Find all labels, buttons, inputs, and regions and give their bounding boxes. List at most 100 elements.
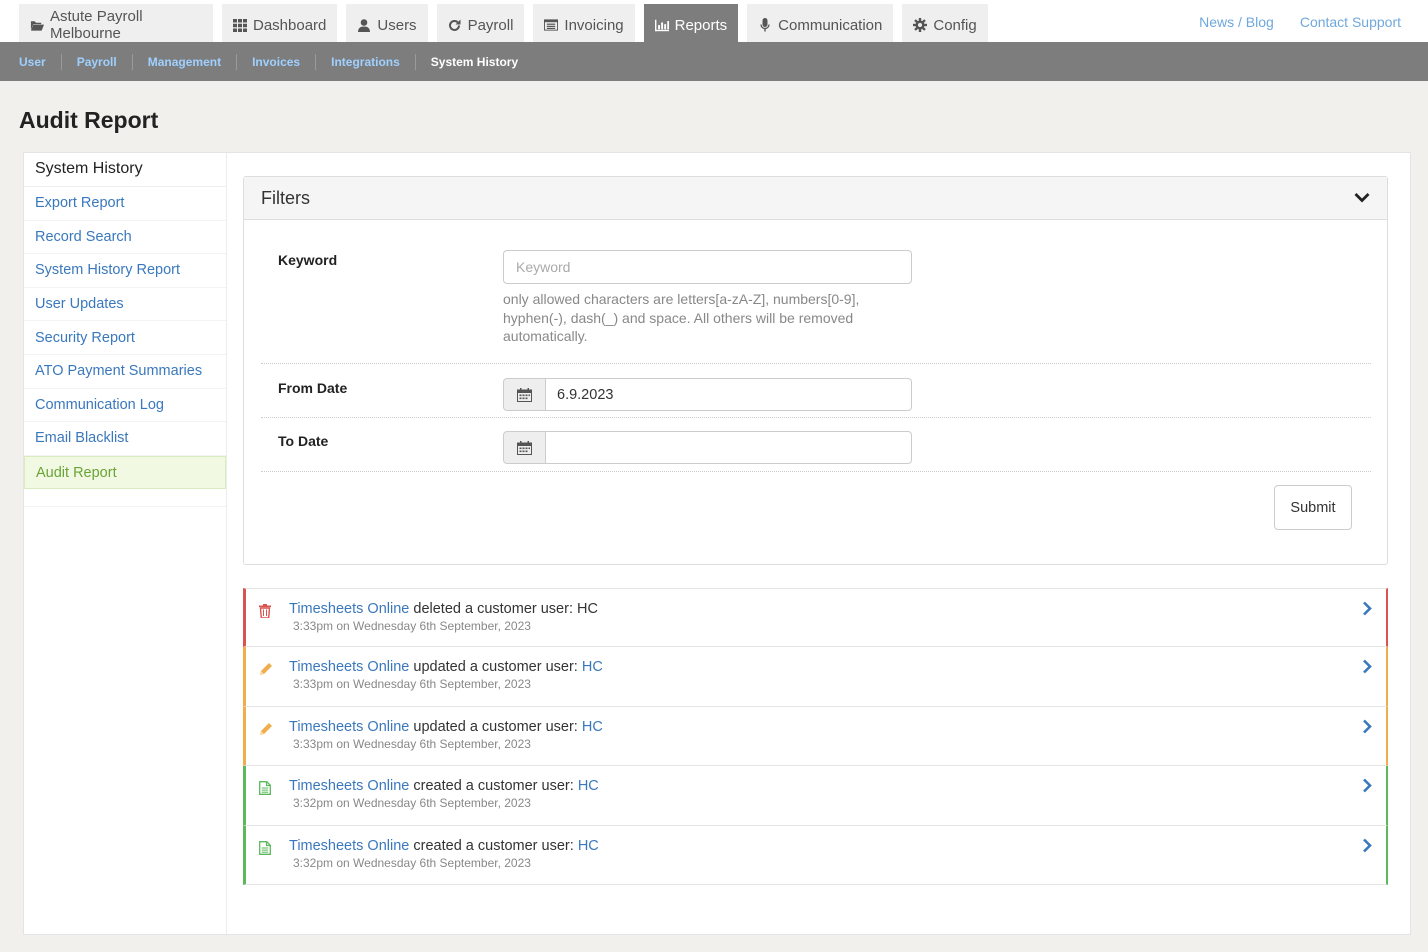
tab-dashboard-label: Dashboard bbox=[253, 16, 327, 34]
tab-reports-label: Reports bbox=[674, 16, 728, 34]
sidebar-footer bbox=[24, 489, 226, 508]
log-row[interactable]: Timesheets Online created a customer use… bbox=[243, 766, 1388, 826]
submit-button[interactable]: Submit bbox=[1274, 485, 1352, 530]
log-action: created a customer user: bbox=[413, 778, 574, 795]
tab-company-label: Astute Payroll Melbourne bbox=[50, 8, 143, 42]
log-target[interactable]: HC bbox=[582, 719, 603, 735]
log-timestamp: 3:33pm on Wednesday 6th September, 2023 bbox=[293, 736, 531, 751]
to-date-input[interactable] bbox=[546, 431, 912, 464]
bar-chart-icon bbox=[654, 18, 669, 32]
tab-dashboard[interactable]: Dashboard bbox=[222, 4, 338, 42]
sidebar-item-ato-payment-summaries[interactable]: ATO Payment Summaries bbox=[24, 355, 226, 389]
subnav-management[interactable]: Management bbox=[133, 53, 238, 70]
log-message: Timesheets Online created a customer use… bbox=[289, 778, 599, 794]
log-target[interactable]: HC bbox=[578, 838, 599, 854]
tab-communication-label: Communication bbox=[778, 16, 883, 34]
tab-reports[interactable]: Reports bbox=[643, 4, 739, 42]
log-action: updated a customer user: bbox=[413, 659, 578, 676]
to-date-label: To Date bbox=[278, 433, 329, 449]
calendar-icon[interactable] bbox=[503, 431, 546, 464]
audit-log-list: Timesheets Online deleted a customer use… bbox=[243, 588, 1388, 885]
sidebar-item-email-blacklist[interactable]: Email Blacklist bbox=[24, 422, 226, 456]
sidebar-divider bbox=[226, 153, 227, 934]
log-timestamp: 3:32pm on Wednesday 6th September, 2023 bbox=[293, 855, 531, 870]
filters-title: Filters bbox=[261, 187, 310, 208]
log-message: Timesheets Online updated a customer use… bbox=[289, 719, 603, 735]
tab-users-label: Users bbox=[377, 16, 417, 34]
keyword-label: Keyword bbox=[278, 252, 338, 268]
log-row[interactable]: Timesheets Online updated a customer use… bbox=[243, 706, 1388, 767]
log-actor-link[interactable]: Timesheets Online bbox=[289, 601, 409, 617]
th-icon bbox=[233, 18, 247, 32]
filter-separator bbox=[261, 417, 1371, 418]
tab-invoicing[interactable]: Invoicing bbox=[533, 4, 635, 42]
log-actor-link[interactable]: Timesheets Online bbox=[289, 719, 409, 735]
chevron-right-icon[interactable] bbox=[1362, 601, 1374, 617]
cog-icon bbox=[913, 18, 928, 32]
chevron-right-icon[interactable] bbox=[1362, 838, 1374, 854]
sidebar-item-system-history-report[interactable]: System History Report bbox=[24, 254, 226, 288]
log-row[interactable]: Timesheets Online updated a customer use… bbox=[243, 647, 1388, 707]
log-row[interactable]: Timesheets Online created a customer use… bbox=[243, 825, 1388, 885]
list-alt-icon bbox=[544, 18, 559, 32]
sidebar-item-record-search[interactable]: Record Search bbox=[24, 221, 226, 255]
sub-nav: User Payroll Management Invoices Integra… bbox=[0, 42, 1428, 81]
page-title: Audit Report bbox=[19, 107, 159, 133]
log-actor-link[interactable]: Timesheets Online bbox=[289, 838, 409, 854]
calendar-icon[interactable] bbox=[503, 378, 546, 411]
subnav-user[interactable]: User bbox=[19, 53, 62, 70]
log-action: created a customer user: bbox=[413, 837, 574, 854]
chevron-right-icon[interactable] bbox=[1362, 659, 1374, 675]
file-icon bbox=[259, 840, 275, 857]
sidebar-item-user-updates[interactable]: User Updates bbox=[24, 288, 226, 322]
tab-users[interactable]: Users bbox=[346, 4, 428, 42]
log-message: Timesheets Online deleted a customer use… bbox=[289, 601, 598, 617]
sidebar-item-export-report[interactable]: Export Report bbox=[24, 187, 226, 221]
log-message: Timesheets Online updated a customer use… bbox=[289, 659, 603, 675]
sidebar-item-communication-log[interactable]: Communication Log bbox=[24, 389, 226, 423]
tab-invoicing-label: Invoicing bbox=[564, 16, 624, 34]
log-target[interactable]: HC bbox=[578, 778, 599, 794]
news-blog-link[interactable]: News / Blog bbox=[1199, 14, 1274, 30]
microphone-icon bbox=[758, 18, 772, 32]
subnav-integrations[interactable]: Integrations bbox=[316, 53, 416, 70]
log-row[interactable]: Timesheets Online deleted a customer use… bbox=[243, 588, 1388, 648]
chevron-right-icon[interactable] bbox=[1362, 719, 1374, 735]
filters-header[interactable]: Filters bbox=[244, 177, 1387, 220]
filter-separator bbox=[261, 471, 1371, 472]
trash-icon bbox=[259, 604, 275, 620]
pencil-icon bbox=[259, 722, 275, 738]
content-card: System History Export Report Record Sear… bbox=[23, 152, 1411, 935]
log-actor-link[interactable]: Timesheets Online bbox=[289, 659, 409, 675]
log-message: Timesheets Online created a customer use… bbox=[289, 838, 599, 854]
to-date-group bbox=[503, 431, 912, 464]
subnav-payroll[interactable]: Payroll bbox=[62, 53, 133, 70]
tab-config-label: Config bbox=[933, 16, 977, 34]
keyword-help-text: only allowed characters are letters[a-zA… bbox=[503, 291, 860, 344]
tab-communication[interactable]: Communication bbox=[747, 4, 894, 42]
refresh-icon bbox=[448, 18, 462, 32]
log-action: updated a customer user: bbox=[413, 718, 578, 735]
log-target[interactable]: HC bbox=[582, 659, 603, 675]
log-actor-link[interactable]: Timesheets Online bbox=[289, 778, 409, 794]
sidebar-heading: System History bbox=[24, 153, 226, 187]
log-timestamp: 3:33pm on Wednesday 6th September, 2023 bbox=[293, 677, 531, 692]
log-action: deleted a customer user: bbox=[413, 601, 573, 617]
from-date-label: From Date bbox=[278, 380, 348, 396]
filter-separator bbox=[261, 363, 1371, 364]
sidebar-item-security-report[interactable]: Security Report bbox=[24, 321, 226, 355]
subnav-invoices[interactable]: Invoices bbox=[237, 53, 317, 70]
tab-payroll[interactable]: Payroll bbox=[436, 4, 525, 42]
sidebar-item-audit-report[interactable]: Audit Report bbox=[24, 455, 226, 490]
top-nav: Astute Payroll Melbourne Dashboard Users… bbox=[0, 0, 1428, 42]
tab-company[interactable]: Astute Payroll Melbourne bbox=[19, 4, 213, 42]
filters-panel: Filters Keyword only allowed characters … bbox=[243, 176, 1388, 565]
from-date-group bbox=[503, 378, 912, 411]
keyword-input[interactable] bbox=[503, 250, 912, 284]
tab-config[interactable]: Config bbox=[902, 4, 988, 42]
from-date-input[interactable] bbox=[546, 378, 912, 411]
chevron-right-icon[interactable] bbox=[1362, 778, 1374, 794]
chevron-down-icon[interactable] bbox=[1354, 190, 1370, 206]
subnav-system-history[interactable]: System History bbox=[416, 54, 533, 70]
contact-support-link[interactable]: Contact Support bbox=[1300, 14, 1401, 30]
